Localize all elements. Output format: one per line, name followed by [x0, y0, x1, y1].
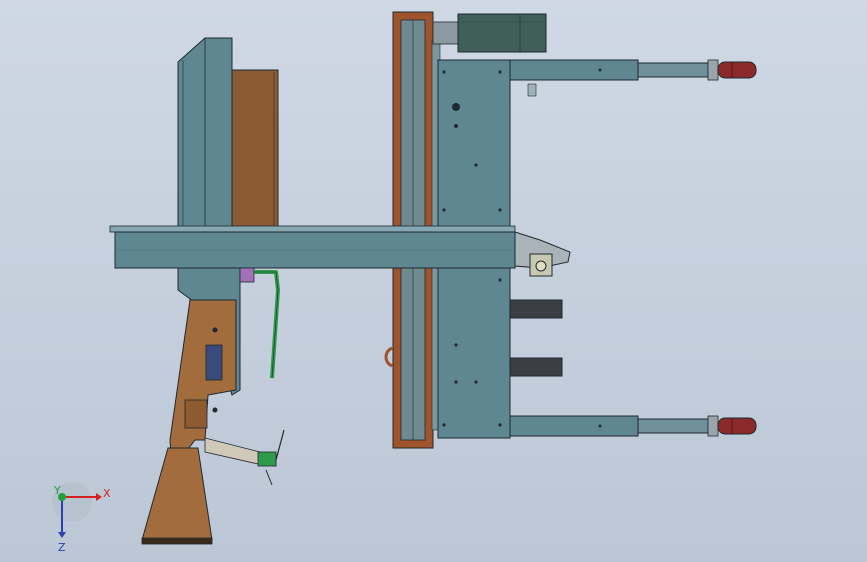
- foot-body: [141, 447, 213, 541]
- clamp-knob: [535, 260, 547, 272]
- lower-arm[interactable]: [509, 415, 709, 437]
- bolt-hole: [454, 380, 458, 384]
- bolt-hole: [452, 103, 460, 111]
- lever-actuator: [205, 344, 223, 381]
- cad-viewport[interactable]: X Y Z: [0, 0, 867, 562]
- bolt-hole: [498, 208, 502, 212]
- upper-arm-extension: [637, 62, 709, 78]
- brown-panel-face: [231, 69, 279, 231]
- dark-block-upper: [509, 299, 563, 319]
- motor-coupling: [432, 21, 459, 45]
- x-axis-arrow-icon: [96, 493, 102, 501]
- bolt-hole: [474, 163, 478, 167]
- caster-wheel: [717, 417, 757, 435]
- z-axis-arrow-icon: [58, 532, 66, 538]
- bolt-hole: [498, 70, 502, 74]
- caster-fork: [707, 59, 719, 81]
- upper-caster-wheel[interactable]: [707, 59, 757, 81]
- bolt-hole: [598, 424, 602, 428]
- lower-arm-extension: [637, 418, 709, 434]
- z-axis-label: Z: [58, 541, 66, 554]
- pedal-rod: [275, 429, 285, 461]
- foot-base: [141, 537, 213, 545]
- pedal-pad: [257, 451, 277, 467]
- main-plate-upper-face: [437, 59, 511, 231]
- dark-spacer-blocks[interactable]: [509, 299, 563, 377]
- green-handle[interactable]: [254, 270, 280, 379]
- beam-end-bracket[interactable]: [514, 231, 571, 277]
- bolt-hole: [454, 343, 458, 347]
- bolt-hole: [454, 124, 458, 128]
- upper-arm[interactable]: [509, 59, 709, 97]
- lever-window: [184, 399, 208, 429]
- main-plate-lower[interactable]: [437, 267, 511, 439]
- bolt-hole: [442, 70, 446, 74]
- bolt-hole: [474, 380, 478, 384]
- caster-wheel: [717, 61, 757, 79]
- bolt-hole: [598, 68, 602, 72]
- main-horizontal-beam[interactable]: [109, 225, 516, 269]
- drive-motor[interactable]: [432, 13, 547, 53]
- lower-arm-tube: [509, 415, 639, 437]
- lower-caster-wheel[interactable]: [707, 415, 757, 437]
- motor-body: [457, 13, 547, 53]
- y-axis-label: Y: [53, 484, 61, 497]
- assembly-drawing[interactable]: X Y Z: [0, 0, 867, 562]
- bolt-hole: [442, 208, 446, 212]
- axis-triad: X Y Z: [52, 482, 111, 554]
- main-plate-lower-face: [437, 267, 511, 439]
- main-plate-upper[interactable]: [437, 59, 511, 231]
- beam-top-edge: [109, 225, 516, 233]
- wooden-foot[interactable]: [141, 447, 213, 545]
- brown-back-panel[interactable]: [231, 69, 279, 231]
- bolt-hole: [498, 278, 502, 282]
- dark-block-lower: [509, 357, 563, 377]
- pedal-spring: [265, 469, 273, 486]
- left-housing[interactable]: [177, 37, 233, 233]
- pivot-pin: [212, 407, 218, 413]
- pivot-pin: [212, 327, 218, 333]
- handle-rod: [254, 270, 280, 379]
- x-axis-label: X: [103, 487, 111, 500]
- purple-connector: [239, 267, 255, 283]
- upper-arm-bracket: [527, 83, 537, 97]
- bolt-hole: [498, 423, 502, 427]
- pedal-linkage[interactable]: [204, 429, 285, 486]
- column-hook[interactable]: [384, 346, 393, 368]
- caster-fork: [707, 415, 719, 437]
- upper-arm-tube: [509, 59, 639, 81]
- bolt-hole: [442, 423, 446, 427]
